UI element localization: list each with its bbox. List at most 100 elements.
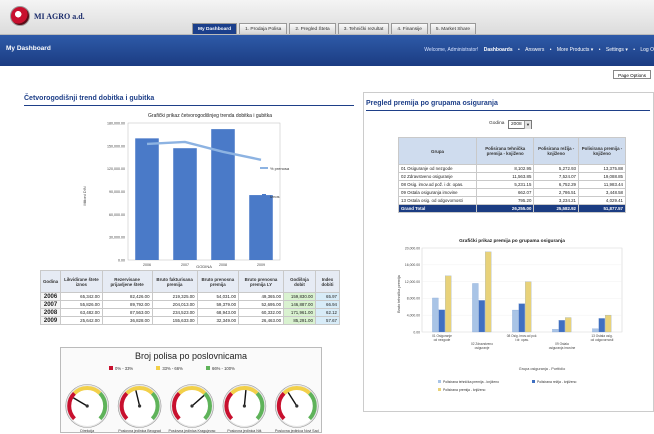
column-header[interactable]: Polisirana tehnička premija - knjiženo xyxy=(475,137,535,165)
table-cell: 5,231.15 xyxy=(475,180,535,189)
column-header[interactable]: Polisirana režija - knjiženo xyxy=(533,137,579,165)
page-options-button[interactable]: Page Options xyxy=(613,70,651,79)
column-header[interactable]: Polisirana premija - knjiženo xyxy=(578,137,626,165)
gauge-label: Direkcija xyxy=(80,429,94,433)
gauge-hub xyxy=(242,404,246,408)
column-header[interactable]: Index dobiti xyxy=(314,270,341,293)
table-cell: 4,029.41 xyxy=(578,196,626,205)
nav-more-products[interactable]: More Products ▾ xyxy=(557,47,593,53)
gauge-label: Poslovna jedinica Beograd xyxy=(118,429,161,433)
y-tick-label: 0.00 xyxy=(118,259,125,263)
nav-dashboards[interactable]: Dashboards xyxy=(484,47,513,53)
table-cell: 2008 xyxy=(39,308,62,317)
column-header[interactable]: Bruto fakturisana premija xyxy=(151,270,198,293)
gauge[interactable] xyxy=(65,384,110,428)
table-row: 09 Ostala osiguranja imovine 662.07 2,786.… xyxy=(398,188,626,197)
table-cell: 2,786.51 xyxy=(533,188,579,197)
premium-chart: Grafički prikaz premija po grupama osigu… xyxy=(397,238,623,392)
tab-market-share[interactable]: 5. Market Share xyxy=(429,23,477,34)
tab-prodaja-polisa[interactable]: 1. Prodaja Polisa xyxy=(239,23,288,34)
gauge-label: Poslovna jedinica Novi Sad xyxy=(275,429,319,433)
bar-2-1[interactable] xyxy=(438,309,445,333)
y-tick-label: 90,000.00 xyxy=(109,190,125,194)
legend-swatch xyxy=(532,380,535,383)
column-header[interactable]: Godišnja dobit xyxy=(283,270,316,293)
gauge-hub xyxy=(295,404,299,408)
chart-title: Grafički prikaz četvorogodišnjeg trenda … xyxy=(148,113,272,119)
bar-2009[interactable] xyxy=(249,195,273,260)
gauge[interactable] xyxy=(170,384,214,428)
legend-item: Polisirana tehnička premija - knjiženo xyxy=(443,380,499,384)
gauge[interactable] xyxy=(275,384,319,428)
bar-2-4[interactable] xyxy=(558,320,565,333)
total-cell: 51,877.57 xyxy=(578,204,626,213)
table-cell: 171,961.00 xyxy=(283,308,316,317)
x-tick-label: 2006 xyxy=(143,263,151,267)
bar-3-4[interactable] xyxy=(565,317,572,333)
table-cell: 2009 xyxy=(39,316,62,325)
column-header[interactable]: Bruto prenosna premija LY xyxy=(238,270,285,293)
nav-separator: • xyxy=(549,47,552,53)
legend-item: Polisirana režija - knjiženo xyxy=(537,380,577,384)
gauge[interactable] xyxy=(117,384,162,428)
column-header[interactable]: Godina xyxy=(39,270,62,293)
nav-answers[interactable]: Answers xyxy=(525,47,544,53)
tab-my-dashboard[interactable]: My Dashboard xyxy=(192,23,238,34)
table-cell: 3,234.21 xyxy=(533,196,579,205)
bar-2-5[interactable] xyxy=(598,318,605,333)
column-header[interactable]: Rezervisane prijavljene štete xyxy=(101,270,153,293)
right-panel-title: Pregled premija po grupama osiguranja xyxy=(366,100,498,107)
bar-2-2[interactable] xyxy=(478,300,485,333)
bar-2006[interactable] xyxy=(135,138,159,260)
tab-finansije[interactable]: 4. Finansije xyxy=(391,23,428,34)
nav-settings[interactable]: Settings ▾ xyxy=(606,47,628,53)
bar-3-5[interactable] xyxy=(605,314,612,333)
tab-tehnicki-rezultat[interactable]: 3. Tehnički rezultat xyxy=(337,23,390,34)
tab-pregled-steta[interactable]: 2. Pregled Šteta xyxy=(289,23,336,34)
bar-1-5[interactable] xyxy=(592,328,599,333)
nav-logout[interactable]: Log O xyxy=(640,47,654,53)
chevron-down-icon[interactable]: ▼ xyxy=(524,121,531,129)
gauges-legend: 0% - 33% 33% - 66% 66% - 100% xyxy=(109,366,289,371)
x-tick-label: 09 Ostala osiguranja imovine xyxy=(549,342,576,350)
y-tick-label: 30,000.00 xyxy=(109,236,125,240)
legend-prenosa: % prenosa xyxy=(270,166,290,171)
table-cell: 11,563.85 xyxy=(475,172,535,181)
y-tick-label: 16,000.00 xyxy=(405,263,420,267)
bar-3-1[interactable] xyxy=(445,275,452,333)
x-axis-label: Grupa osiguranja - Portfolio xyxy=(519,367,565,371)
table-cell: 52,695.00 xyxy=(238,300,285,309)
bar-1-2[interactable] xyxy=(472,283,479,333)
gauge-label: Poslovna jedinica Kragujevac xyxy=(169,429,216,433)
table-cell: 65,342.00 xyxy=(60,292,103,301)
table-cell: 662.07 xyxy=(475,188,535,197)
column-header[interactable]: Grupa xyxy=(398,137,477,165)
company-logo-icon[interactable] xyxy=(10,6,30,26)
x-tick-label: 08 Osig. imov.od pož. i dr. opas. xyxy=(507,334,538,342)
table-cell: 59,379.00 xyxy=(196,300,240,309)
column-header[interactable]: Likvidirane štete iznos xyxy=(60,270,103,293)
gauge-hub xyxy=(190,404,194,408)
table-cell: 234,523.00 xyxy=(151,308,198,317)
y-tick-label: 4,000.00 xyxy=(407,314,420,318)
table-cell: 13,375.88 xyxy=(578,164,626,173)
bar-1-3[interactable] xyxy=(512,309,519,333)
bar-3-3[interactable] xyxy=(525,281,532,333)
y-tick-label: 0.00 xyxy=(413,330,420,334)
gauge[interactable] xyxy=(222,384,267,428)
bar-2007[interactable] xyxy=(173,148,197,260)
table-cell: 89,792.00 xyxy=(101,300,153,309)
column-header[interactable]: Bruto prenosna premija xyxy=(196,270,240,293)
bar-2-3[interactable] xyxy=(518,303,525,333)
total-cell: Grand Total xyxy=(398,204,477,213)
legend-item: Polisirana premija - knjiženo xyxy=(443,388,486,392)
bar-3-2[interactable] xyxy=(485,251,492,333)
x-tick-label: 2008 xyxy=(219,263,227,267)
bar-1-4[interactable] xyxy=(552,329,559,333)
premium-table: Grupa Polisirana tehnička premija - knji… xyxy=(398,137,626,213)
year-select[interactable]: 2008 ▼ xyxy=(508,120,532,129)
left-panel-divider xyxy=(24,105,354,106)
nav-separator: • xyxy=(633,47,635,53)
bar-1-1[interactable] xyxy=(432,297,439,333)
x-tick-label: 02 Zdravstveno osiguranje xyxy=(471,342,493,350)
